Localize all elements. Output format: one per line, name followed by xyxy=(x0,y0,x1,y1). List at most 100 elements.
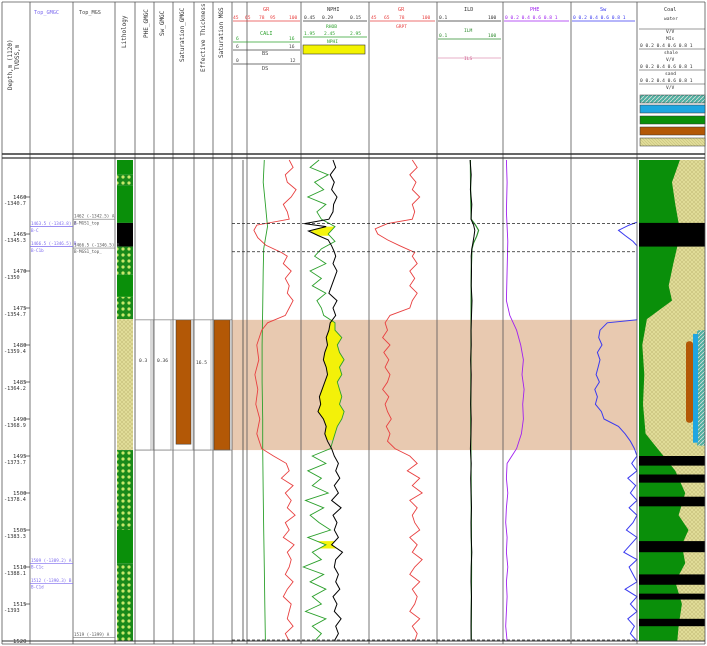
legend-swatch-sand xyxy=(639,137,706,147)
ilm-hi: 100 xyxy=(488,33,497,39)
tvd-tick-label: -1368.9 xyxy=(4,423,26,429)
bs-name: BS xyxy=(262,51,268,57)
vol-scale-4: 0 0.2 0.4 0.6 0.8 1 xyxy=(640,78,693,84)
top-gmgc-header: Top_GMGC xyxy=(34,10,59,16)
lithology-interval-sandshale xyxy=(117,246,133,275)
cali-hi: 16 xyxy=(289,36,295,42)
nphi-name: NPHI xyxy=(327,7,340,13)
legend-swatch-mixed xyxy=(639,94,706,104)
vol-vv1: V/V xyxy=(666,29,675,35)
cross-name: NPHI xyxy=(327,39,338,45)
nphi-hi: 0.15 xyxy=(350,15,361,21)
ild-hi: 100 xyxy=(488,15,497,21)
top-label-gmgc: B-C1d xyxy=(31,584,44,589)
lithology-interval-sandshale xyxy=(117,563,133,641)
lithology-interval-shale xyxy=(117,274,133,297)
vol-coal-band xyxy=(639,574,705,585)
gr1-t3: 95 xyxy=(270,15,276,21)
lithology-interval-sandshale xyxy=(117,296,133,320)
ds-name: DS xyxy=(262,66,268,72)
lithology-interval-sandshale xyxy=(117,450,133,530)
lithology-header: Lithology xyxy=(121,15,128,48)
legend-swatch-water xyxy=(639,104,706,114)
vol-coal-band xyxy=(639,222,705,247)
vol-water-label: water xyxy=(664,16,678,22)
saturation-mgs-header: Saturation MGS xyxy=(218,7,225,58)
ds-lo: 0 xyxy=(236,58,239,64)
sw-scale: 0 0.2 0.4 0.6 0.8 1 xyxy=(573,15,626,21)
gr2b-name: GRPT xyxy=(396,24,407,30)
vol-coal-label: Coal xyxy=(664,7,677,13)
top-label-gmgc: 1512 (-1390.3) B xyxy=(31,578,72,583)
tvd-tick-label: -1393 xyxy=(4,608,20,614)
gr1-name: GR xyxy=(263,7,270,13)
vol-oil-band xyxy=(686,341,693,423)
rhob-name: RHOB xyxy=(326,24,337,30)
top-label-mgs: B-MGS1_top xyxy=(74,220,100,225)
top-label-gmgc: B-C xyxy=(31,228,39,233)
vol-scale-3: 0 0.2 0.4 0.6 0.8 1 xyxy=(640,64,693,70)
legend-swatch-shale xyxy=(639,115,706,125)
lithology-interval-sandshale xyxy=(117,174,133,186)
nphi-t1: 0.29 xyxy=(322,15,333,21)
gr2-lo: 45 xyxy=(371,15,377,21)
legend-swatch-oil xyxy=(639,126,706,136)
tvd-tick-label: -1350 xyxy=(4,275,20,281)
gr1-lo: 45 xyxy=(233,15,239,21)
vol-vv2: V/V xyxy=(666,57,675,63)
gr2-hi: 100 xyxy=(422,15,431,21)
effective-thickness-header: Effective Thickness xyxy=(200,3,207,72)
pay-zone-layer xyxy=(232,319,637,451)
ilm-lo: 0.1 xyxy=(439,33,448,39)
lithology-interval-coal xyxy=(117,222,133,247)
lithology-interval-shale xyxy=(117,160,133,175)
gr1-t1: 65 xyxy=(245,15,251,21)
saturation-mgs-block xyxy=(213,319,231,451)
sw-gmgc-header: Sw_GMGC xyxy=(159,10,166,36)
vol-vv3: V/V xyxy=(666,85,675,91)
rhob-hi: 2.95 xyxy=(350,31,361,37)
rhob-lo: 1.95 xyxy=(304,31,315,37)
tvd-tick-label: -1340.7 xyxy=(4,201,26,207)
vol-coal-band xyxy=(639,618,705,627)
top-label-gmgc: 1509 (-1389.2) A xyxy=(31,558,72,563)
tvd-tick-label: -1373.7 xyxy=(4,460,26,466)
depth-tick-label: 1520 xyxy=(13,639,26,645)
top-label-mgs: 1466.5 (-1346.5) B xyxy=(74,243,120,248)
top-label-gmgc: B-C1b xyxy=(31,248,44,253)
volume-track xyxy=(639,160,705,641)
avg-eff-thickness-value: 16.5 xyxy=(196,360,207,366)
top-label-mgs: B-MGS1_top_ xyxy=(74,249,102,254)
ild-lo: 0.1 xyxy=(439,15,448,21)
saturation-gmgc-block xyxy=(175,319,192,445)
phe-name: PHE xyxy=(530,7,539,13)
gr1-hi: 100 xyxy=(289,15,298,21)
vol-mis-label: MIs xyxy=(666,36,675,42)
gr2-t1: 65 xyxy=(384,15,390,21)
top-label-gmgc: 1466.5 (-1346.5) B xyxy=(31,241,77,246)
phe-gmgc-header: PHE_GMGC xyxy=(143,9,150,38)
vol-coal-band xyxy=(639,593,705,600)
cali-name: CALI xyxy=(260,31,273,37)
vol-sand-label: sand xyxy=(665,71,676,77)
tvd-tick-label: -1383.3 xyxy=(4,534,26,540)
phe-scale: 0 0.2 0.4 0.6 0.8 1 xyxy=(505,15,558,21)
ilm-name: ILM xyxy=(464,28,473,34)
vol-water-band xyxy=(693,333,698,443)
vol-scale-2: 0 0.2 0.4 0.6 0.8 1 xyxy=(640,43,693,49)
avg-phe-value: 0.3 xyxy=(139,358,148,364)
gr2-name: GR xyxy=(398,7,405,13)
lithology-interval-shale xyxy=(117,530,133,564)
tvd-tick-label: -1364.2 xyxy=(4,386,26,392)
vol-coal-band xyxy=(639,541,705,553)
rhob-t1: 2.45 xyxy=(324,31,335,37)
top-mgs-header: Top_MGS xyxy=(79,10,101,16)
top-label-gmgc: B-C1c xyxy=(31,564,44,569)
saturation-gmgc-header: Saturation_GMGC xyxy=(179,7,186,62)
sw-name: Sw xyxy=(600,7,607,13)
lithology-interval-sand xyxy=(117,319,133,451)
crossover-legend-swatch xyxy=(302,44,366,55)
tvd-tick-label: -1345.3 xyxy=(4,238,26,244)
vol-mixed-band xyxy=(697,330,705,446)
vol-coal-band xyxy=(639,474,705,483)
